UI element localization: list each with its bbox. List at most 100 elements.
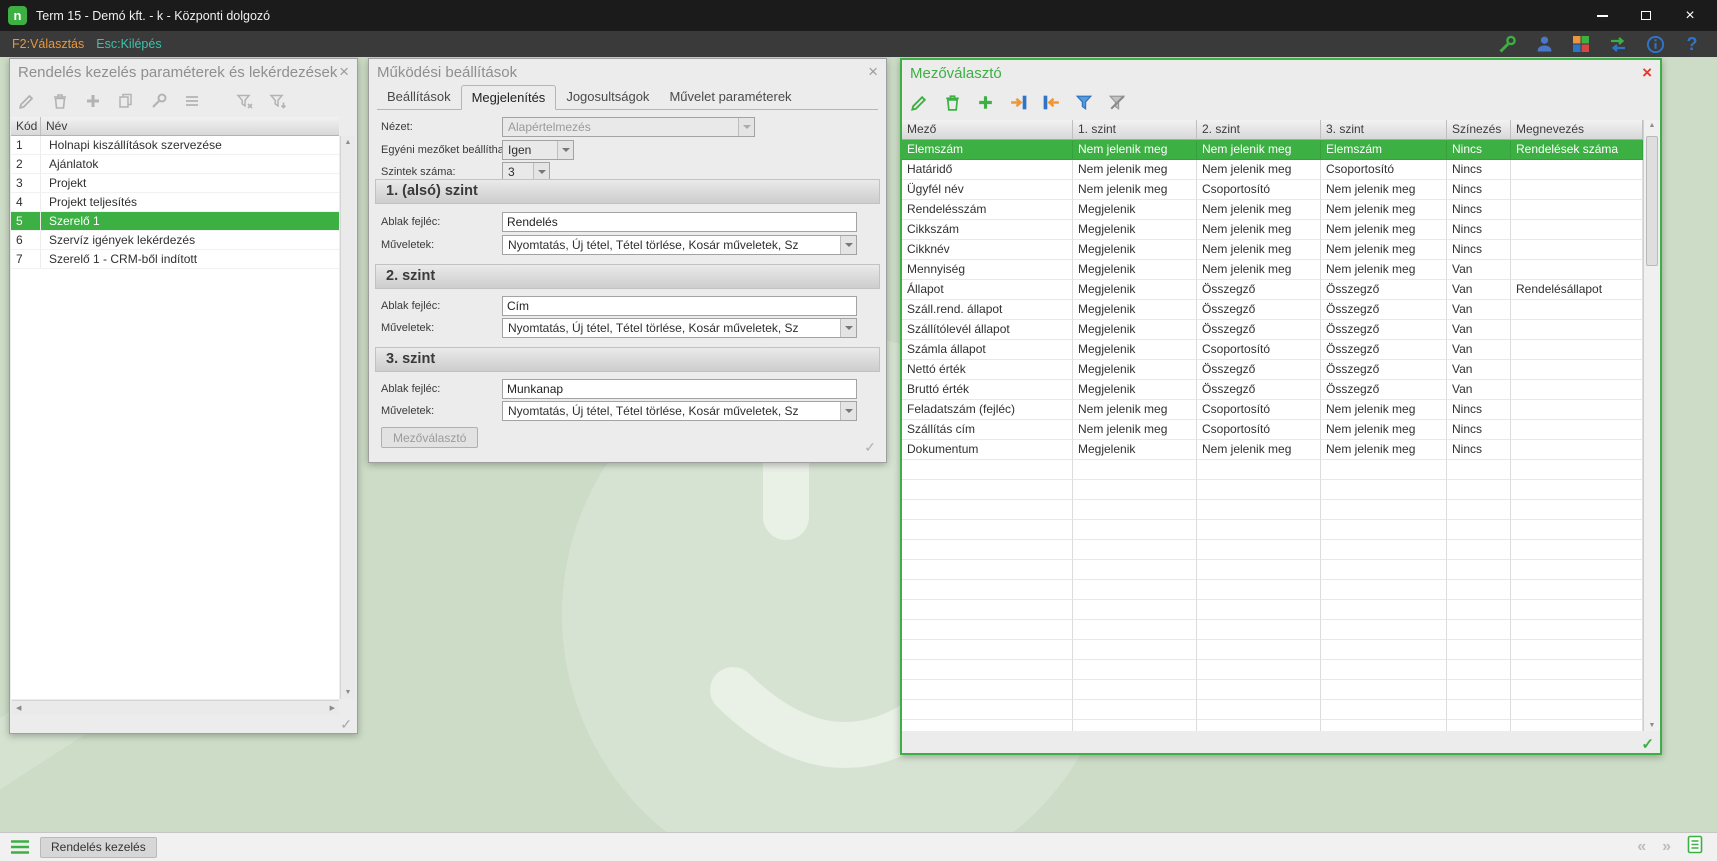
move-into-level-icon[interactable] [1007,91,1029,113]
modules-grid-icon[interactable] [1570,33,1592,55]
field-row[interactable]: ÁllapotMegjelenikÖsszegzőÖsszegzőVanRend… [902,280,1643,300]
field-row[interactable]: Ügyfél névNem jelenik megCsoportosítóNem… [902,180,1643,200]
column-header-1[interactable]: Mező [902,120,1073,140]
help-icon[interactable]: ? [1681,33,1703,55]
next-module-icon[interactable]: » [1662,837,1671,857]
field-cell: Nem jelenik meg [1197,220,1321,240]
field-selector-close-icon[interactable]: × [1642,65,1652,81]
query-row[interactable]: 4Projekt teljesítés [11,193,339,212]
custom-fields-select-value: Igen [508,143,531,157]
field-cell: Összegző [1321,320,1447,340]
chevron-down-icon [738,118,754,136]
filter-off-icon[interactable] [1106,91,1128,113]
query-row[interactable]: 7Szerelő 1 - CRM-ből indított [11,250,339,269]
custom-fields-select[interactable]: Igen [502,140,574,160]
active-module-tab[interactable]: Rendelés kezelés [40,837,157,858]
edit-icon[interactable] [908,91,930,113]
window-header-input-level1[interactable] [502,212,857,232]
filter-icon[interactable] [1073,91,1095,113]
prev-module-icon[interactable]: « [1637,837,1646,857]
field-row[interactable]: Számla állapotMegjelenikCsoportosítóÖssz… [902,340,1643,360]
field-cell [1321,600,1447,620]
column-header-5[interactable]: Színezés [1447,120,1511,140]
tab-megjelenites[interactable]: Megjelenítés [461,85,557,110]
field-row[interactable]: ElemszámNem jelenik megNem jelenik megEl… [902,140,1643,160]
column-header-2[interactable]: 1. szint [1073,120,1197,140]
menu-item-exit[interactable]: Esc:Kilépés [96,37,161,51]
filter-clear-icon[interactable] [234,90,256,112]
field-cell [902,640,1073,660]
field-row[interactable]: HatáridőNem jelenik megNem jelenik megCs… [902,160,1643,180]
filter-apply-icon[interactable] [267,90,289,112]
close-button[interactable]: × [1683,9,1697,23]
delete-icon[interactable] [941,91,963,113]
field-row[interactable]: Szállítás címNem jelenik megCsoportosító… [902,420,1643,440]
wrench-icon[interactable] [1496,33,1518,55]
list-icon[interactable] [181,90,203,112]
scroll-up-icon[interactable]: ▲ [345,139,352,146]
query-row[interactable]: 2Ajánlatok [11,155,339,174]
scrollbar-thumb[interactable] [1646,136,1658,266]
field-cell [1447,480,1511,500]
field-row[interactable]: RendelésszámMegjelenikNem jelenik megNem… [902,200,1643,220]
settings-panel-close-icon[interactable]: × [868,64,878,80]
field-row[interactable]: CikknévMegjelenikNem jelenik megNem jele… [902,240,1643,260]
tab-beallitasok[interactable]: Beállítások [377,85,461,109]
field-vertical-scrollbar[interactable]: ▲ ▼ [1643,120,1660,731]
scroll-left-icon[interactable]: ◀ [16,704,21,712]
module-list-icon[interactable] [1687,835,1703,859]
column-header-6[interactable]: Megnevezés [1511,120,1643,140]
operations-select-level3[interactable]: Nyomtatás, Új tétel, Tétel törlése, Kosá… [502,401,857,421]
field-row[interactable]: Bruttó értékMegjelenikÖsszegzőÖsszegzőVa… [902,380,1643,400]
scroll-down-icon[interactable]: ▼ [1644,722,1660,729]
info-icon[interactable] [1644,33,1666,55]
field-row[interactable]: Feladatszám (fejléc)Nem jelenik megCsopo… [902,400,1643,420]
tab-muvelet-parameterek[interactable]: Művelet paraméterek [659,85,801,109]
scroll-down-icon[interactable]: ▼ [345,689,352,696]
operations-select-level1[interactable]: Nyomtatás, Új tétel, Tétel törlése, Kosá… [502,235,857,255]
copy-icon[interactable] [115,90,137,112]
operations-select-level2[interactable]: Nyomtatás, Új tétel, Tétel törlése, Kosá… [502,318,857,338]
menu-item-select[interactable]: F2:Választás [12,37,84,51]
move-out-of-level-icon[interactable] [1040,91,1062,113]
column-header-3[interactable]: 2. szint [1197,120,1321,140]
edit-icon[interactable] [16,90,38,112]
scroll-up-icon[interactable]: ▲ [1644,122,1660,129]
query-horizontal-scrollbar[interactable]: ◀ ▶ [12,700,339,715]
column-header-code[interactable]: Kód [11,117,41,135]
add-icon[interactable] [974,91,996,113]
field-selector-accept-check-icon[interactable]: ✓ [1641,735,1654,753]
field-row[interactable]: Száll.rend. állapotMegjelenikÖsszegzőÖss… [902,300,1643,320]
view-select[interactable]: Alapértelmezés [502,117,755,137]
transfer-arrows-icon[interactable] [1607,33,1629,55]
field-row[interactable]: Szállítólevél állapotMegjelenikÖsszegzőÖ… [902,320,1643,340]
field-row[interactable]: CikkszámMegjelenikNem jelenik megNem jel… [902,220,1643,240]
column-header-name[interactable]: Név [41,117,339,135]
query-row[interactable]: 6Szervíz igények lekérdezés [11,231,339,250]
tools-icon[interactable] [148,90,170,112]
window-header-input-level3[interactable] [502,379,857,399]
add-icon[interactable] [82,90,104,112]
query-vertical-scrollbar[interactable]: ▲ ▼ [340,136,355,699]
user-icon[interactable] [1533,33,1555,55]
query-row[interactable]: 3Projekt [11,174,339,193]
query-accept-check-icon[interactable]: ✓ [340,716,352,733]
hamburger-menu-icon[interactable] [8,836,32,858]
window-header-input-level2[interactable] [502,296,857,316]
column-header-4[interactable]: 3. szint [1321,120,1447,140]
field-cell: Szállítás cím [902,420,1073,440]
field-row[interactable]: MennyiségMegjelenikNem jelenik megNem je… [902,260,1643,280]
field-row[interactable]: Nettó értékMegjelenikÖsszegzőÖsszegzőVan [902,360,1643,380]
query-row[interactable]: 1Holnapi kiszállítások szervezése [11,136,339,155]
scroll-right-icon[interactable]: ▶ [330,704,335,712]
tab-jogosultsagok[interactable]: Jogosultságok [556,85,659,109]
maximize-button[interactable] [1639,9,1653,23]
field-row[interactable]: DokumentumMegjelenikNem jelenik megNem j… [902,440,1643,460]
field-cell [1511,400,1643,420]
query-row[interactable]: 5Szerelő 1 [11,212,339,231]
settings-accept-check-icon[interactable]: ✓ [864,439,876,456]
delete-icon[interactable] [49,90,71,112]
query-panel-close-icon[interactable]: × [339,64,349,80]
minimize-button[interactable] [1595,9,1609,23]
field-selector-button[interactable]: Mezőválasztó [381,427,478,448]
